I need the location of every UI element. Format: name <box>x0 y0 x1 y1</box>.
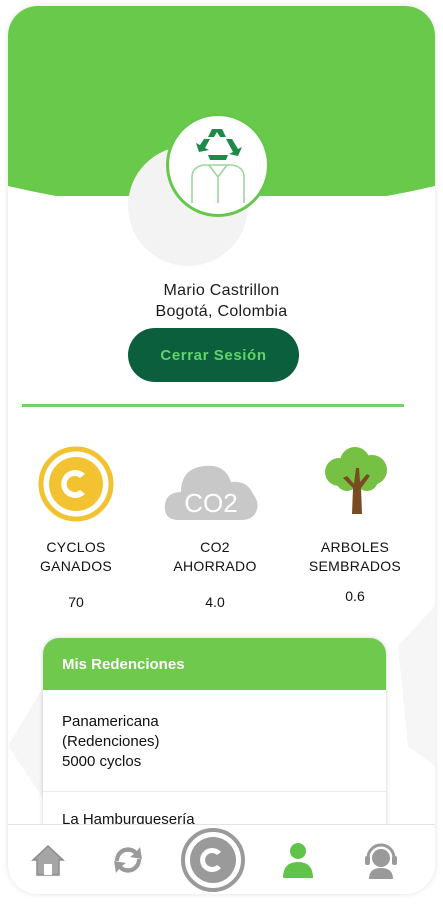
logout-button[interactable]: Cerrar Sesión <box>128 328 299 382</box>
stat-co2-label-2: AHORRADO <box>173 558 257 574</box>
user-name: Mario Castrillon <box>163 282 280 299</box>
co2-cloud-text: CO2 <box>184 488 237 518</box>
stat-co2-value: 4.0 <box>205 594 225 610</box>
redemption-item[interactable]: Panamericana (Redenciones) 5000 cyclos <box>62 712 160 772</box>
redemptions-title: Mis Redenciones <box>43 638 386 690</box>
stat-cyclos: CYCLOS GANADOS 70 <box>8 446 146 616</box>
item-divider <box>43 791 386 792</box>
stat-trees: ARBOLES SEMBRADOS 0.6 <box>285 446 425 616</box>
bottom-navigation <box>8 824 435 894</box>
stat-cyclos-label-2: GANADOS <box>39 558 113 574</box>
stat-co2-label-1: CO2 <box>200 539 230 555</box>
section-divider <box>22 404 404 407</box>
stat-trees-label-1: ARBOLES <box>320 539 390 555</box>
redemption-store: Panamericana <box>62 713 159 730</box>
app-screen: Mario Castrillon Bogotá, Colombia Cerrar… <box>8 6 435 894</box>
cyclos-coin-icon <box>181 828 245 892</box>
stat-cyclos-label-1: CYCLOS <box>46 539 106 555</box>
redemption-amount: 5000 cyclos <box>62 753 142 770</box>
co2-cloud-icon: CO2 <box>164 465 258 520</box>
user-location: Bogotá, Colombia <box>155 303 288 320</box>
redemption-type: (Redenciones) <box>62 733 160 750</box>
profile-avatar <box>166 113 270 217</box>
stat-cyclos-value: 70 <box>68 594 84 610</box>
recycle-person-icon <box>191 129 245 203</box>
profile-icon <box>283 843 313 878</box>
stat-co2: CO2 CO2 AHORRADO 4.0 <box>145 446 285 616</box>
recycle-arrows-icon <box>114 847 142 873</box>
nav-home[interactable] <box>20 825 76 894</box>
nav-recycle[interactable] <box>100 825 156 894</box>
nav-support[interactable] <box>353 825 409 894</box>
home-icon <box>31 844 65 876</box>
stat-trees-value: 0.6 <box>345 588 365 604</box>
tree-icon <box>325 447 387 514</box>
nav-profile[interactable] <box>270 825 326 894</box>
support-headset-icon <box>365 843 397 879</box>
nav-cyclos[interactable] <box>178 825 248 894</box>
stat-trees-label-2: SEMBRADOS <box>308 558 402 574</box>
cyclos-coin-icon <box>38 446 114 522</box>
